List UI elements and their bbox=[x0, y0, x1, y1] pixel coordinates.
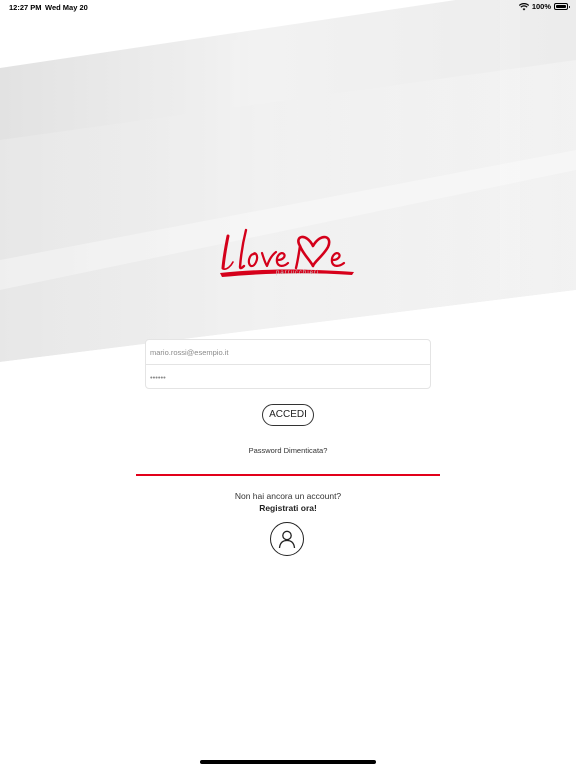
battery-icon bbox=[554, 3, 570, 10]
wifi-icon bbox=[518, 2, 529, 10]
home-indicator[interactable] bbox=[200, 760, 376, 764]
section-divider bbox=[136, 474, 440, 476]
battery-fill bbox=[556, 5, 566, 8]
login-form bbox=[145, 339, 431, 389]
status-date: Wed May 20 bbox=[45, 3, 88, 12]
logo-subtitle: parrucchieri bbox=[276, 270, 320, 276]
login-button[interactable]: ACCEDI bbox=[262, 404, 314, 426]
status-bar: 12:27 PM Wed May 20 100% bbox=[0, 0, 576, 14]
password-field[interactable] bbox=[146, 365, 430, 389]
battery-percent: 100% bbox=[531, 2, 551, 11]
no-account-text: Non hai ancora un account? bbox=[234, 491, 342, 501]
forgot-password-link[interactable]: Password Dimenticata? bbox=[188, 446, 388, 455]
user-icon bbox=[278, 530, 296, 549]
status-time: 12:27 PM bbox=[9, 3, 42, 12]
register-user-button[interactable] bbox=[270, 522, 304, 556]
email-field[interactable] bbox=[146, 340, 430, 364]
register-link[interactable]: Registrati ora! bbox=[188, 503, 388, 513]
status-indicators: 100% bbox=[518, 2, 570, 11]
